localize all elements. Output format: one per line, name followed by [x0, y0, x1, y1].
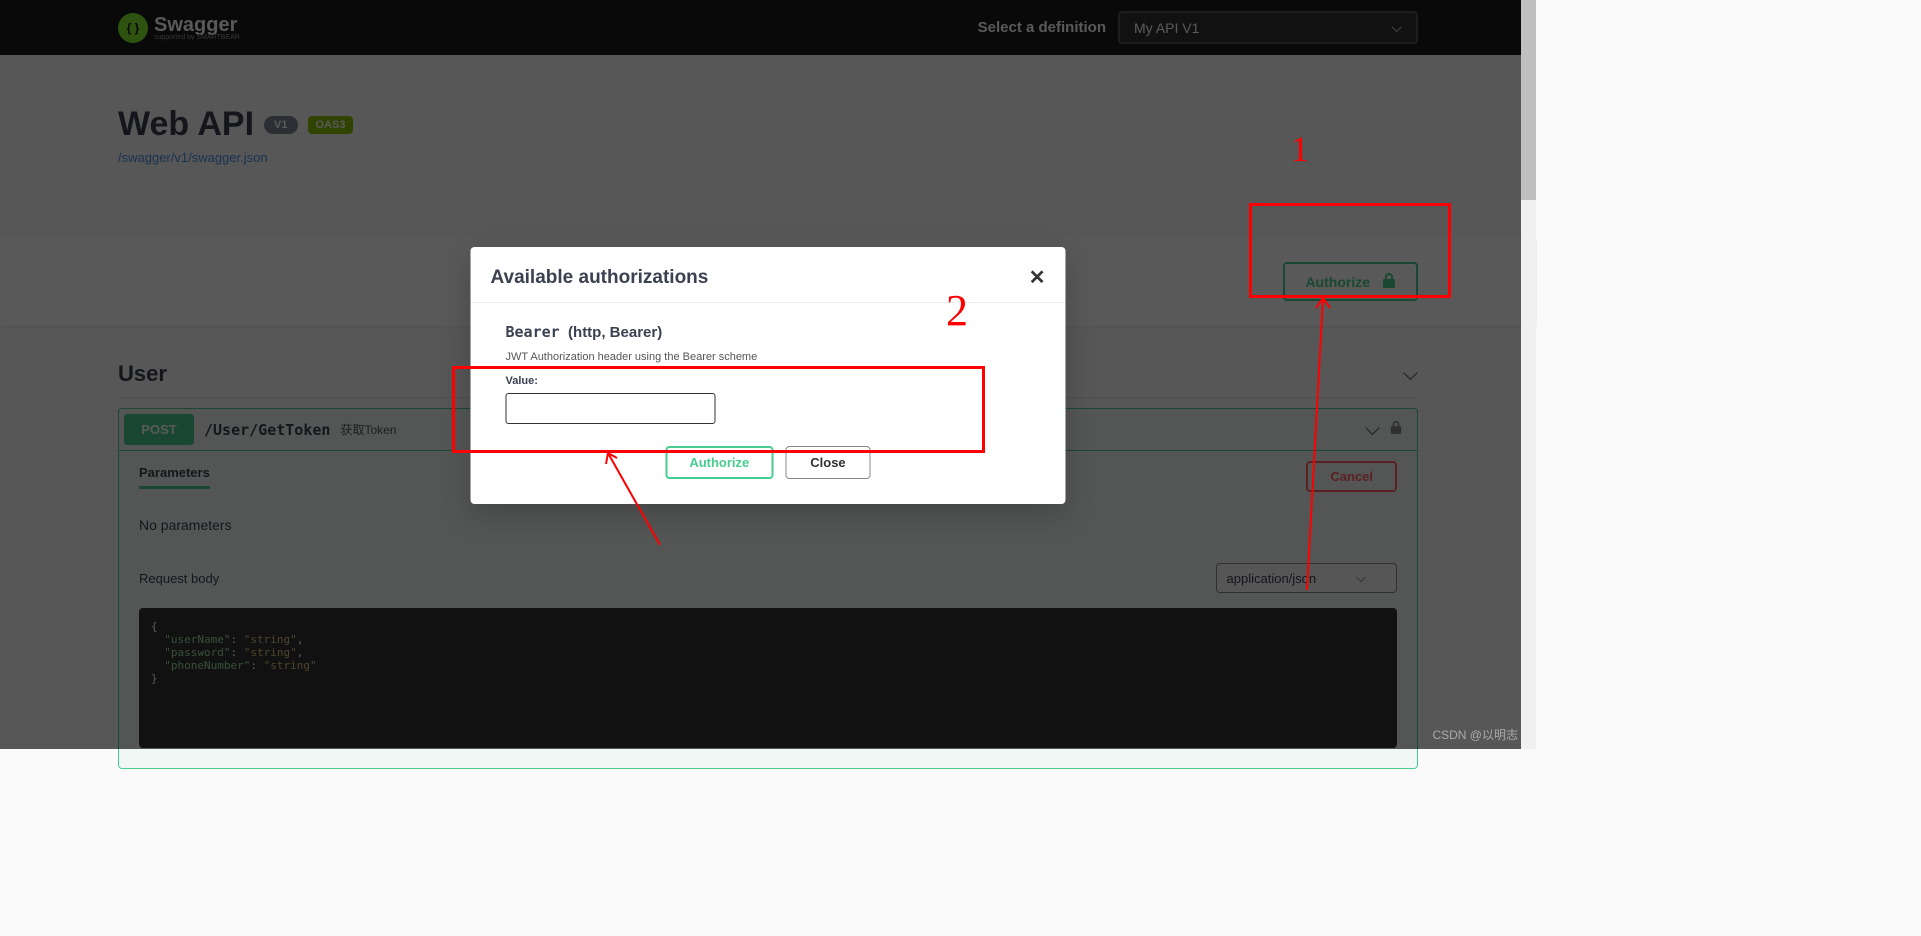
- auth-value-label: Value:: [506, 375, 1031, 387]
- auth-scheme-name: Bearer: [506, 323, 560, 341]
- auth-scheme-type: (http, Bearer): [568, 324, 662, 341]
- modal-authorize-button[interactable]: Authorize: [665, 446, 773, 479]
- auth-description: JWT Authorization header using the Beare…: [506, 351, 1031, 363]
- modal-title: Available authorizations: [491, 267, 709, 289]
- scrollbar[interactable]: [1521, 0, 1536, 749]
- modal-close-button[interactable]: Close: [785, 446, 870, 479]
- scroll-thumb[interactable]: [1521, 0, 1536, 200]
- auth-value-input[interactable]: [506, 393, 716, 424]
- close-icon[interactable]: ✕: [1029, 265, 1046, 290]
- authorization-modal: Available authorizations ✕ Bearer (http,…: [471, 247, 1066, 504]
- watermark: CSDN @以明志: [1432, 726, 1518, 743]
